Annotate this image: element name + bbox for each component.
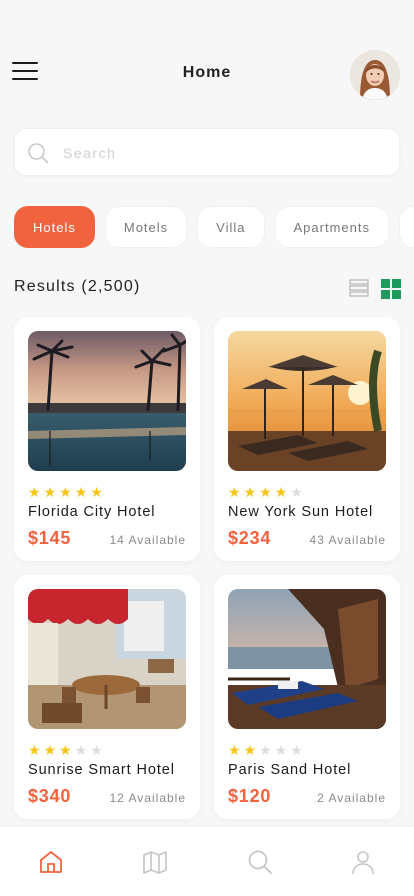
hotel-name: Sunrise Smart Hotel [28, 762, 175, 778]
star-empty-icon: ★ [74, 742, 88, 758]
hotel-price: $120 [228, 786, 272, 806]
map-icon[interactable] [142, 849, 168, 875]
star-filled-icon: ★ [28, 742, 41, 758]
search-icon [28, 143, 49, 164]
category-chip-hotels[interactable]: Hotels [14, 206, 95, 248]
rating-stars: ★ ★ ★ ★ ★ [228, 742, 306, 758]
bottom-nav [0, 826, 414, 896]
hotel-name: Florida City Hotel [28, 504, 156, 520]
star-empty-icon: ★ [290, 484, 303, 500]
hotel-photo [228, 589, 386, 729]
profile-icon[interactable] [350, 849, 376, 875]
search-bar [14, 128, 400, 176]
availability-count: 14 Available [109, 533, 186, 547]
star-empty-icon: ★ [290, 742, 303, 758]
hotel-photo [28, 589, 186, 729]
hotel-price: $340 [28, 786, 72, 806]
star-filled-icon: ★ [228, 742, 241, 758]
star-filled-icon: ★ [59, 484, 72, 500]
search-input[interactable] [63, 139, 383, 167]
home-icon[interactable] [38, 849, 64, 875]
hotel-card[interactable]: ★ ★ ★ ★ ★ Paris Sand Hotel $120 2 Available [214, 575, 400, 819]
hotel-photo [28, 331, 186, 471]
availability-count: 43 Available [309, 533, 386, 547]
star-empty-icon: ★ [259, 742, 272, 758]
star-filled-icon: ★ [259, 484, 272, 500]
hotel-price: $145 [28, 528, 72, 548]
star-filled-icon: ★ [43, 742, 57, 758]
rating-stars: ★ ★ ★ ★ ★ [228, 484, 306, 500]
hotel-name: Paris Sand Hotel [228, 762, 352, 778]
hotel-photo [228, 331, 386, 471]
star-filled-icon: ★ [43, 484, 57, 500]
search-icon[interactable] [247, 849, 273, 875]
category-chip-resorts[interactable]: Re [398, 206, 414, 248]
header: Home [0, 48, 414, 100]
category-filter: HotelsMotelsVillaApartmentsRe [14, 206, 414, 248]
hotel-card[interactable]: ★ ★ ★ ★ ★ Florida City Hotel $145 14 Availab… [14, 317, 200, 561]
hotel-card[interactable]: ★ ★ ★ ★ ★ New York Sun Hotel $234 43 Availab… [214, 317, 400, 561]
rating-stars: ★ ★ ★ ★ ★ [28, 742, 106, 758]
results-title: Results (2,500) [14, 278, 141, 295]
star-empty-icon: ★ [90, 742, 103, 758]
star-empty-icon: ★ [274, 742, 288, 758]
star-filled-icon: ★ [243, 742, 257, 758]
availability-count: 12 Available [109, 791, 186, 805]
hotel-price: $234 [228, 528, 272, 548]
category-chip-villa[interactable]: Villa [197, 206, 265, 248]
hotel-card[interactable]: ★ ★ ★ ★ ★ Sunrise Smart Hotel $340 12 Availa… [14, 575, 200, 819]
avatar[interactable] [350, 50, 400, 100]
star-filled-icon: ★ [59, 742, 72, 758]
hotel-name: New York Sun Hotel [228, 504, 374, 520]
app-screen: Home HotelsMotelsVillaApartmentsRe Resul… [0, 0, 414, 896]
star-filled-icon: ★ [274, 484, 288, 500]
category-chip-apartments[interactable]: Apartments [274, 206, 389, 248]
star-filled-icon: ★ [74, 484, 88, 500]
star-filled-icon: ★ [90, 484, 103, 500]
star-filled-icon: ★ [28, 484, 41, 500]
star-filled-icon: ★ [243, 484, 257, 500]
category-chip-motels[interactable]: Motels [104, 206, 188, 248]
list-view-icon[interactable] [349, 278, 369, 298]
grid-view-icon[interactable] [380, 278, 402, 300]
rating-stars: ★ ★ ★ ★ ★ [28, 484, 106, 500]
availability-count: 2 Available [317, 791, 386, 805]
star-filled-icon: ★ [228, 484, 241, 500]
